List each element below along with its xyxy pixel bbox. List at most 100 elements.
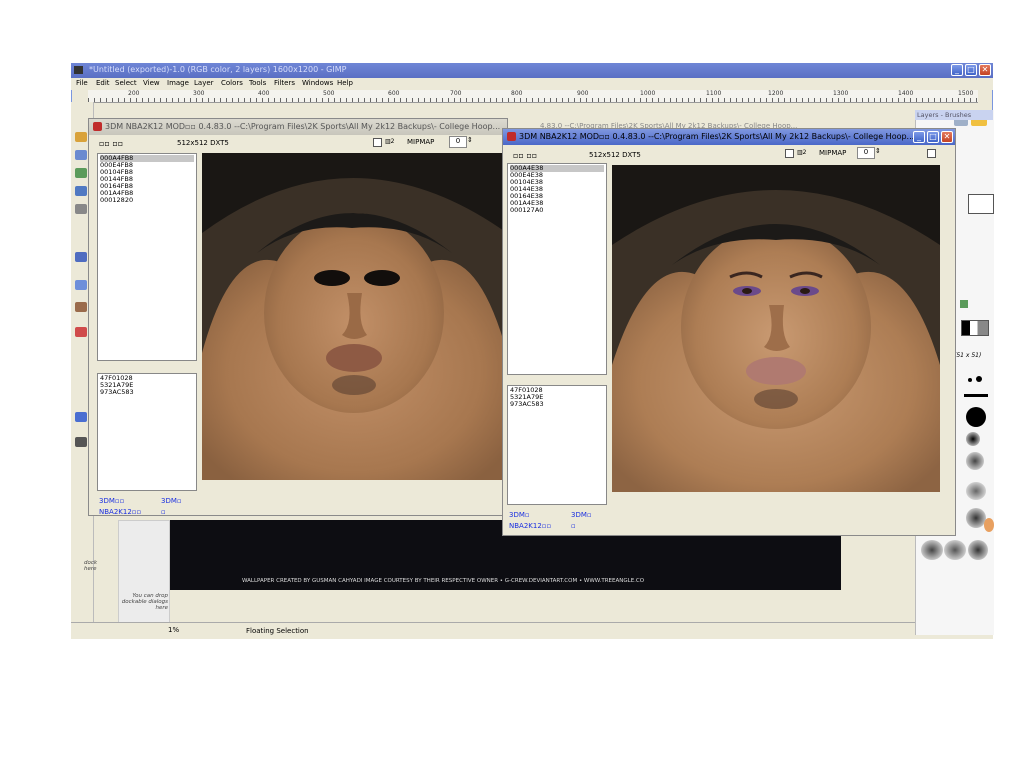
menu-filters[interactable]: Filters <box>274 79 295 87</box>
left-dock-area: You can drop dockable dialogs here <box>118 520 170 632</box>
checkbox-a-label: ▥2 <box>797 149 807 156</box>
footer-link[interactable]: 3DM▫ <box>509 511 530 519</box>
ruler-label: 800 <box>511 90 523 97</box>
crop-tool-icon[interactable] <box>75 204 87 214</box>
footer-link[interactable]: 3DM▫ <box>161 497 182 505</box>
smudge-tool-icon[interactable] <box>75 437 87 447</box>
move-tool-icon[interactable] <box>75 186 87 196</box>
arrow-up-icon[interactable] <box>960 300 968 308</box>
mipmap-input[interactable]: 0 <box>857 147 875 159</box>
maximize-button[interactable]: □ <box>927 131 939 143</box>
dock-hint-left: dock here <box>84 560 98 572</box>
layer-thumbnail[interactable] <box>968 194 994 214</box>
brush-icon[interactable] <box>966 432 980 446</box>
app-icon <box>507 132 516 141</box>
face-texture-image <box>612 165 940 492</box>
list-item[interactable]: 00012820 <box>100 197 194 204</box>
close-button[interactable]: ✕ <box>979 64 991 76</box>
gimp-app-icon <box>74 66 83 74</box>
toolbar-buttons[interactable]: ▫▫ ▫▫ <box>513 151 537 160</box>
footer-link[interactable]: 3DM▫▫ <box>99 497 124 505</box>
minimize-button[interactable]: _ <box>913 131 925 143</box>
footer-link[interactable]: NBA2K12▫▫ <box>509 522 551 530</box>
ruler-label: 1300 <box>833 90 849 97</box>
texture-preview-right <box>612 165 940 492</box>
rect-select-tool-icon[interactable] <box>75 132 87 142</box>
list-item[interactable]: 973AC583 <box>100 389 194 396</box>
status-bar: 1% Floating Selection <box>71 622 993 639</box>
flip-tool-icon[interactable] <box>75 252 87 262</box>
window-title: 3DM NBA2K12 MOD▫▫ 0.4.83.0 --C:\Program … <box>519 132 915 141</box>
dock-hint: You can drop dockable dialogs here <box>121 593 168 611</box>
menu-view[interactable]: View <box>143 79 160 87</box>
hash-list[interactable]: 47F01028 5321A79E 973AC583 <box>507 385 607 505</box>
texture-id-list[interactable]: 000A4FB8 000E4FB8 00104FB8 00144FB8 0016… <box>97 153 197 361</box>
checkbox-b[interactable] <box>927 149 936 158</box>
menu-select[interactable]: Select <box>115 79 137 87</box>
brush-icon[interactable] <box>921 540 943 560</box>
menu-image[interactable]: Image <box>167 79 189 87</box>
brush-icon[interactable] <box>984 518 994 532</box>
list-item[interactable]: 973AC583 <box>510 401 604 408</box>
brush-icon[interactable] <box>966 482 986 500</box>
eraser-tool-icon[interactable] <box>75 327 87 337</box>
mipmap-label: MIPMAP <box>819 149 847 157</box>
footer-link[interactable]: ▫ <box>161 508 166 516</box>
gradient-swatch[interactable] <box>961 320 989 336</box>
paintbrush-tool-icon[interactable] <box>75 302 87 312</box>
spinner-icon[interactable]: ⇕ <box>467 136 473 144</box>
window-title: 3DM NBA2K12 MOD▫▫ 0.4.83.0 --C:\Program … <box>105 122 501 131</box>
fuzzy-select-tool-icon[interactable] <box>75 168 87 178</box>
scale-tool-icon[interactable] <box>75 280 87 290</box>
dodge-tool-icon[interactable] <box>75 412 87 422</box>
app-icon <box>93 122 102 131</box>
maximize-button[interactable]: □ <box>965 64 977 76</box>
horizontal-ruler[interactable]: 200 300 400 500 600 700 800 900 1000 110… <box>88 90 978 103</box>
footer-link[interactable]: 3DM▫ <box>571 511 592 519</box>
ruler-label: 1500 <box>958 90 974 97</box>
ruler-label: 600 <box>388 90 400 97</box>
spinner-icon[interactable]: ⇕ <box>875 147 881 155</box>
brush-icon[interactable] <box>968 540 988 560</box>
gimp-titlebar[interactable]: *Untitled (exported)-1.0 (RGB color, 2 l… <box>71 63 993 78</box>
minimize-button[interactable]: _ <box>951 64 963 76</box>
brush-size-label: (51 x 51) <box>954 352 982 359</box>
texture-id-list[interactable]: 000A4E38 000E4E38 00104E38 00144E38 0016… <box>507 163 607 375</box>
menu-edit[interactable]: Edit <box>96 79 110 87</box>
face-texture-image <box>202 153 507 480</box>
brush-icon[interactable] <box>944 540 966 560</box>
menu-tools[interactable]: Tools <box>249 79 266 87</box>
ruler-label: 200 <box>128 90 140 97</box>
list-item[interactable]: 000127A0 <box>510 207 604 214</box>
toolbar-buttons[interactable]: ▫▫ ▫▫ <box>99 139 123 148</box>
ruler-label: 1200 <box>768 90 784 97</box>
menu-file[interactable]: File <box>76 79 88 87</box>
texture-window-right-titlebar[interactable]: 3DM NBA2K12 MOD▫▫ 0.4.83.0 --C:\Program … <box>503 129 955 145</box>
menu-help[interactable]: Help <box>337 79 353 87</box>
ruler-label: 400 <box>258 90 270 97</box>
menu-layer[interactable]: Layer <box>194 79 214 87</box>
footer-link[interactable]: NBA2K12▫▫ <box>99 508 141 516</box>
checkbox-a[interactable] <box>785 149 794 158</box>
dock-title: Layers - Brushes <box>915 110 993 120</box>
wallpaper-credit: WALLPAPER CREATED BY GUSMAN CAHYADI IMAG… <box>242 578 645 584</box>
brush-icon[interactable] <box>966 407 986 427</box>
ruler-label: 700 <box>450 90 462 97</box>
close-button[interactable]: ✕ <box>941 131 953 143</box>
brush-icon[interactable] <box>966 508 986 528</box>
brush-icon[interactable] <box>968 378 972 382</box>
ruler-label: 1100 <box>706 90 722 97</box>
menu-colors[interactable]: Colors <box>221 79 243 87</box>
hash-list[interactable]: 47F01028 5321A79E 973AC583 <box>97 373 197 491</box>
zoom-select[interactable]: 1% <box>168 626 179 634</box>
texture-window-left-titlebar[interactable]: 3DM NBA2K12 MOD▫▫ 0.4.83.0 --C:\Program … <box>89 119 507 135</box>
brush-icon[interactable] <box>966 452 984 470</box>
brush-icon[interactable] <box>976 376 982 382</box>
ruler-label: 1400 <box>898 90 914 97</box>
mipmap-input[interactable]: 0 <box>449 136 467 148</box>
brush-icon[interactable] <box>964 394 988 397</box>
footer-link[interactable]: ▫ <box>571 522 576 530</box>
lasso-tool-icon[interactable] <box>75 150 87 160</box>
checkbox-a[interactable] <box>373 138 382 147</box>
menu-windows[interactable]: Windows <box>302 79 333 87</box>
